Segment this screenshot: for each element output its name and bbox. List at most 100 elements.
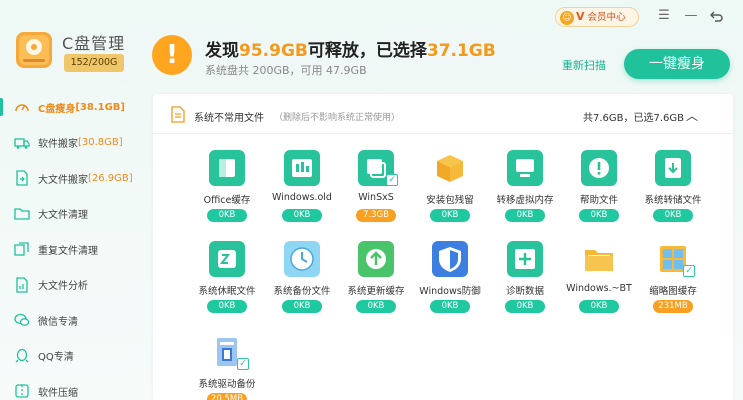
sidebar-item-4[interactable]: 重复文件清理 [14,234,144,264]
minimize-icon[interactable]: — [683,8,699,24]
sidebar-item-8[interactable]: 软件压缩 [14,376,144,400]
sidebar-item-0[interactable]: C盘瘦身 [38.1GB] [14,92,144,122]
tile-label: 系统驱动备份 [198,379,256,390]
cleanup-item-tile[interactable]: Office缓存 0KB [191,150,263,230]
wechat-icon [14,312,30,328]
sidebar-item-label: QQ专清 [38,352,74,363]
tile-size-badge: 0KB [430,300,470,313]
panel-header[interactable]: 系统不常用文件 （删除后不影响系统正常使用） 共7.6GB，已选7.6GB ︿ [153,94,733,134]
tile-size-badge: 0KB [579,209,619,222]
menu-icon[interactable]: ☰ [656,8,672,24]
cleanup-item-tile[interactable]: 系统休眠文件 0KB [191,241,263,321]
tile-size-badge: 0KB [282,300,322,313]
cleanup-item-tile[interactable]: 系统转储文件 0KB [637,150,709,230]
back-icon[interactable] [709,8,725,24]
warning-icon: ! [152,35,192,75]
tile-size-badge: 20.5MB [207,393,247,400]
disk-summary: 系统盘共 200GB，可用 47.9GB [205,64,367,77]
cleanup-panel: 系统不常用文件 （删除后不影响系统正常使用） 共7.6GB，已选7.6GB ︿ … [153,94,733,400]
rescan-link[interactable]: 重新扫描 [562,57,606,73]
sidebar-item-5[interactable]: 大文件分析 [14,270,144,300]
tile-label: 缩略图缓存 [649,286,697,297]
one-click-slim-button[interactable]: 一键瘦身 [624,49,730,79]
sidebar-item-label: 软件压缩 [38,387,78,399]
vip-label: 会员中心 [587,12,626,23]
tile-size-badge: 0KB [356,300,396,313]
duplicate-icon [14,241,30,257]
tile-label: 帮助文件 [579,195,618,206]
tile-label: Office缓存 [203,195,251,206]
category-summary: 共7.6GB，已选7.6GB [583,109,684,124]
found-size: 95.9GB [239,41,308,61]
cleanup-item-tile[interactable]: Windows防御 0KB [414,241,486,321]
tile-size-badge: 0KB [207,300,247,313]
vip-avatar-icon: ☺ [560,11,574,25]
tile-size-badge: 0KB [579,300,619,313]
package-box-icon [432,150,468,186]
compress-icon [14,383,30,399]
selected-check-icon[interactable]: ✓ [386,174,398,186]
cleanup-item-tile[interactable]: 诊断数据 0KB [489,241,561,321]
sidebar-item-detail: [38.1GB] [75,101,125,113]
tile-label: 系统备份文件 [273,286,331,297]
summary-total: 共7.6GB， [583,113,634,124]
file-move-icon [14,170,30,186]
truck-icon [14,135,30,151]
sidebar-item-label: 大文件分析 [38,281,88,292]
sidebar-item-detail: [26.9GB] [88,172,133,184]
selected-check-icon[interactable]: ✓ [237,358,249,370]
tile-label: Windows防御 [419,286,481,297]
tile-size-badge: 0KB [653,209,693,222]
sidebar-item-1[interactable]: 软件搬家 [30.8GB] [14,128,144,158]
headline-prefix: 发现 [205,41,239,61]
sidebar-item-2[interactable]: 大文件搬家 [26.9GB] [14,163,144,193]
tile-label: Windows.old [272,192,332,203]
selected-check-icon[interactable]: ✓ [683,265,695,277]
disk-usage-badge: 152/200G [64,54,124,72]
tile-label: 转移虚拟内存 [496,195,554,206]
category-title: 系统不常用文件 [194,113,264,124]
tile-label: 系统更新缓存 [347,286,405,297]
sidebar-item-label: 重复文件清理 [38,245,98,257]
qq-icon [14,348,30,364]
selected-size: 37.1GB [426,41,496,61]
cleanup-item-tile[interactable]: 系统备份文件 0KB [266,241,338,321]
disk-logo-icon [16,32,52,68]
cleanup-item-tile[interactable]: 系统更新缓存 0KB [340,241,412,321]
sidebar-item-label: 微信专清 [38,316,78,328]
vip-center-button[interactable]: ☺ V 会员中心 [555,7,639,27]
windows-old-icon [284,150,320,186]
cleanup-item-tile[interactable]: ✓ 缩略图缓存 231MB [637,241,709,321]
tile-label: 诊断数据 [505,286,544,297]
cleanup-item-tile[interactable]: ✓ WinSxS 7.3GB [340,150,412,230]
active-indicator [0,98,3,116]
cleanup-item-tile[interactable]: 转移虚拟内存 0KB [489,150,561,230]
sidebar-item-6[interactable]: 微信专清 [14,305,144,335]
tile-label: Windows.~BT [566,283,632,294]
cleanup-item-tile[interactable]: ✓ 系统驱动备份 20.5MB [191,334,263,400]
bar-chart-icon [14,276,30,293]
scan-result-headline: 发现95.9GB可释放，已选择37.1GB [205,36,496,61]
tile-label: WinSxS [358,192,394,203]
summary-selected: 已选7.6GB [633,113,685,124]
cleanup-item-tile[interactable]: 安装包残留 0KB [414,150,486,230]
shield-icon [432,241,468,277]
vip-v-mark: V [576,10,585,23]
help-file-icon [581,150,617,186]
tile-size-badge: 0KB [505,209,545,222]
speedometer-icon [14,99,30,115]
tile-size-badge: 0KB [282,209,322,222]
tile-label: 系统休眠文件 [198,286,256,297]
cleanup-item-tile[interactable]: 帮助文件 0KB [563,150,635,230]
sidebar-item-7[interactable]: QQ专清 [14,341,144,371]
sidebar-item-3[interactable]: 大文件清理 [14,199,144,229]
document-icon [171,106,185,123]
collapse-caret-icon[interactable]: ︿ [686,107,698,124]
virtual-memory-icon [507,150,543,186]
app-title: C盘管理 [62,34,126,53]
update-arrow-icon [358,241,394,277]
hibernate-file-icon [209,241,245,277]
tile-label: 系统转储文件 [644,195,702,206]
cleanup-item-tile[interactable]: Windows.old 0KB [266,150,338,230]
cleanup-item-tile[interactable]: Windows.~BT 0KB [563,241,635,321]
